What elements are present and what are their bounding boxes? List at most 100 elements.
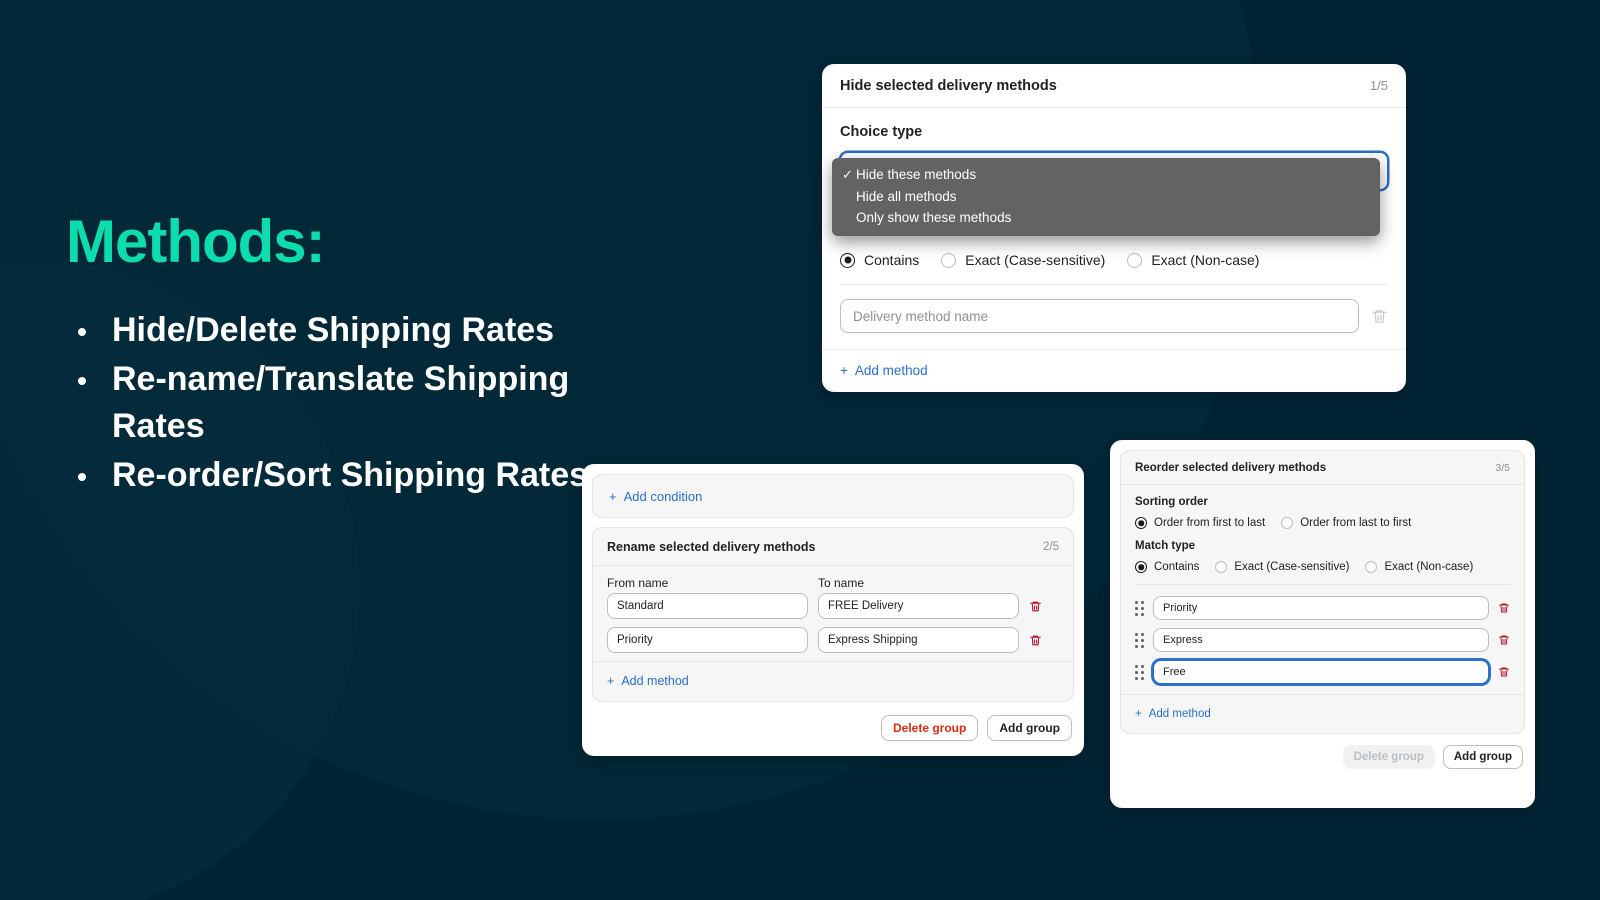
dropdown-option-label: Hide these methods	[856, 167, 977, 183]
radio-label: Exact (Non-case)	[1384, 561, 1474, 573]
sorting-order-group: Order from first to last Order from last…	[1135, 517, 1510, 529]
column-header-to: To name	[818, 576, 865, 590]
to-name-input[interactable]: Express Shipping	[818, 627, 1019, 653]
dropdown-option-label: Only show these methods	[856, 210, 1012, 226]
drag-handle-icon[interactable]	[1135, 632, 1144, 648]
radio-label: Order from first to last	[1154, 517, 1266, 529]
dropdown-option-hide-all[interactable]: Hide all methods	[832, 186, 1380, 208]
radio-indicator	[1365, 561, 1378, 573]
hide-methods-card: Hide selected delivery methods 1/5 Choic…	[822, 64, 1406, 392]
add-group-button[interactable]: Add group	[987, 715, 1072, 741]
radio-label: Exact (Case-sensitive)	[965, 252, 1106, 268]
delete-group-button: Delete group	[1342, 745, 1435, 769]
trash-icon[interactable]	[1029, 600, 1042, 613]
method-name-input[interactable]: Express	[1153, 628, 1489, 652]
radio-exact-case-sensitive[interactable]: Exact (Case-sensitive)	[1215, 561, 1349, 573]
radio-indicator	[1135, 517, 1147, 529]
match-type-label: Match type	[1135, 540, 1196, 552]
card-footer: Delete group Add group	[1120, 734, 1525, 769]
drag-handle-icon[interactable]	[1135, 664, 1144, 680]
add-condition-label: Add condition	[623, 488, 703, 504]
from-name-input[interactable]: Standard	[607, 593, 808, 619]
panel-header: Rename selected delivery methods 2/5	[593, 528, 1073, 566]
add-method-label: Add method	[1148, 708, 1211, 720]
choice-type-dropdown-menu[interactable]: ✓ Hide these methods Hide all methods On…	[832, 158, 1380, 236]
radio-indicator	[941, 252, 957, 268]
radio-indicator	[840, 252, 855, 268]
table-row: Priority Express Shipping	[607, 627, 1059, 653]
method-row: Delivery method name	[822, 285, 1406, 333]
card-step-count: 1/5	[1369, 78, 1388, 93]
delete-group-button[interactable]: Delete group	[881, 715, 979, 741]
radio-label: Order from last to first	[1300, 517, 1412, 529]
from-name-input[interactable]: Priority	[607, 627, 808, 653]
list-item: Free	[1135, 660, 1510, 684]
radio-order-first-to-last[interactable]: Order from first to last	[1135, 517, 1265, 529]
dropdown-option-hide-these[interactable]: ✓ Hide these methods	[832, 164, 1380, 186]
card-footer: Delete group Add group	[592, 702, 1074, 741]
radio-order-last-to-first[interactable]: Order from last to first	[1281, 517, 1411, 529]
table-row: Standard FREE Delivery	[607, 593, 1059, 619]
radio-label: Contains	[864, 252, 920, 268]
add-method-button[interactable]: + Add method	[607, 674, 689, 688]
choice-type-label: Choice type	[840, 124, 923, 140]
card-header: Hide selected delivery methods 1/5	[822, 64, 1406, 108]
radio-exact-non-case[interactable]: Exact (Non-case)	[1127, 252, 1259, 268]
radio-exact-case-sensitive[interactable]: Exact (Case-sensitive)	[941, 252, 1105, 268]
radio-contains[interactable]: Contains	[1135, 561, 1199, 573]
radio-indicator	[1215, 561, 1228, 573]
drag-handle-icon[interactable]	[1135, 600, 1144, 616]
trash-icon[interactable]	[1498, 602, 1510, 614]
match-type-group: Contains Exact (Case-sensitive) Exact (N…	[822, 252, 1406, 285]
feature-list: Hide/Delete Shipping Rates Re-name/Trans…	[66, 307, 606, 499]
panel-step-count: 3/5	[1495, 461, 1510, 474]
column-headers: From name To name	[593, 566, 1073, 590]
trash-icon[interactable]	[1498, 634, 1510, 646]
radio-label: Exact (Non-case)	[1151, 252, 1260, 268]
to-name-input[interactable]: FREE Delivery	[818, 593, 1019, 619]
rename-methods-card: + Add condition Rename selected delivery…	[582, 464, 1084, 756]
plus-icon: +	[1135, 708, 1142, 720]
radio-exact-non-case[interactable]: Exact (Non-case)	[1365, 561, 1473, 573]
match-type-group: Contains Exact (Case-sensitive) Exact (N…	[1135, 561, 1510, 573]
add-method-button[interactable]: + Add method	[840, 363, 928, 378]
trash-icon[interactable]	[1029, 634, 1042, 647]
list-item: Hide/Delete Shipping Rates	[66, 307, 606, 354]
reorder-panel: Reorder selected delivery methods 3/5 So…	[1120, 450, 1525, 734]
dropdown-option-label: Hide all methods	[856, 188, 957, 204]
page-title: Methods:	[66, 208, 326, 275]
check-icon: ✓	[842, 166, 853, 182]
add-method-button[interactable]: + Add method	[1135, 708, 1211, 720]
list-item: Re-name/Translate Shipping Rates	[66, 356, 606, 450]
radio-label: Contains	[1154, 561, 1200, 573]
dropdown-option-only-show[interactable]: Only show these methods	[832, 207, 1380, 229]
radio-indicator	[1281, 517, 1294, 529]
column-header-from: From name	[607, 576, 669, 590]
trash-icon[interactable]	[1498, 666, 1510, 678]
promo-column: Methods: Hide/Delete Shipping Rates Re-n…	[66, 210, 606, 501]
list-item: Express	[1135, 628, 1510, 652]
reorder-methods-card: Reorder selected delivery methods 3/5 So…	[1110, 440, 1535, 808]
radio-label: Exact (Case-sensitive)	[1234, 561, 1350, 573]
delivery-method-name-input[interactable]: Delivery method name	[840, 299, 1359, 333]
plus-icon: +	[840, 363, 848, 378]
list-item: Priority	[1135, 596, 1510, 620]
method-name-input[interactable]: Free	[1153, 660, 1489, 684]
add-method-label: Add method	[621, 674, 689, 688]
radio-contains[interactable]: Contains	[840, 252, 919, 268]
list-item: Re-order/Sort Shipping Rates	[66, 452, 606, 499]
rename-panel: Rename selected delivery methods 2/5 Fro…	[592, 527, 1074, 702]
plus-icon: +	[607, 674, 615, 688]
reorder-row-list: Priority Express Free	[1121, 585, 1524, 684]
plus-icon: +	[609, 488, 617, 504]
trash-icon[interactable]	[1371, 308, 1388, 325]
radio-indicator	[1135, 561, 1147, 573]
panel-header: Reorder selected delivery methods 3/5	[1121, 451, 1524, 485]
radio-indicator	[1127, 252, 1143, 268]
add-group-button[interactable]: Add group	[1442, 745, 1523, 769]
panel-step-count: 2/5	[1043, 540, 1059, 553]
panel-title: Rename selected delivery methods	[607, 539, 816, 554]
add-condition-button[interactable]: + Add condition	[609, 489, 702, 504]
method-name-input[interactable]: Priority	[1153, 596, 1489, 620]
add-method-label: Add method	[854, 363, 928, 378]
